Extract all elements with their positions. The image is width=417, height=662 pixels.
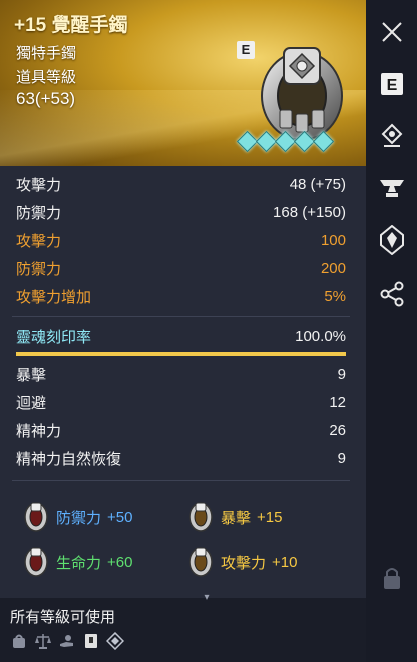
bonus-value: +15: [257, 508, 283, 526]
stat-label: 攻擊力: [16, 232, 62, 250]
trade-restriction-icons: [10, 632, 124, 650]
stat-value: 5%: [324, 287, 346, 305]
stat-value: 168 (+150): [273, 203, 346, 221]
bonus-label: 防禦力: [56, 509, 102, 527]
substat-row: 精神力 26: [16, 418, 346, 442]
book-icon: [85, 634, 97, 648]
socket-icon: [381, 123, 402, 147]
stat-label: 攻擊力: [16, 176, 62, 194]
item-header: +15 覺醒手鐲 獨特手鐲 道具等級 63(+53) E: [0, 0, 366, 166]
item-tooltip-panel: +15 覺醒手鐲 獨特手鐲 道具等級 63(+53) E 攻擊力 48 (+75…: [0, 0, 366, 662]
stat-row: 攻擊力增加 5%: [16, 284, 346, 308]
share-button[interactable]: [366, 272, 417, 316]
bag-icon: [13, 634, 25, 648]
substat-label: 精神力: [16, 422, 62, 440]
substat-row: 精神力自然恢復 9: [16, 446, 346, 470]
bonus-label: 攻擊力: [221, 554, 267, 572]
soul-engrave-label: 靈魂刻印率: [16, 328, 92, 346]
stat-row: 防禦力 168 (+150): [16, 200, 346, 224]
tooltip-footer: ▾ 所有等級可使用: [0, 592, 366, 662]
scale-icon: [35, 634, 51, 649]
hand-icon: [60, 635, 73, 647]
substat-value: 9: [337, 365, 346, 383]
substat-label: 暴擊: [16, 366, 47, 384]
lock-icon: [383, 568, 400, 589]
gem-sockets: [236, 130, 335, 153]
divider: [12, 316, 350, 317]
substat-label: 精神力自然恢復: [16, 450, 122, 468]
substat-value: 9: [337, 449, 346, 467]
anvil-icon: [379, 180, 404, 197]
bonus-item: 防禦力 +50: [22, 500, 132, 534]
awaken-icon: [379, 225, 404, 255]
awaken-button[interactable]: [366, 218, 417, 262]
divider: [12, 480, 350, 481]
item-level-value: 63(+53): [16, 89, 76, 108]
bracelet-icon: [261, 47, 343, 141]
bonus-item: 生命力 +60: [22, 545, 132, 579]
stat-value: 48 (+75): [289, 175, 346, 193]
stat-value: 200: [320, 259, 346, 277]
stat-label: 防禦力: [16, 204, 62, 222]
item-type: 獨特手鐲: [16, 45, 77, 62]
diamond-icon: [106, 632, 124, 650]
equip-e-icon: E: [380, 73, 403, 95]
item-name: +15 覺醒手鐲: [14, 15, 128, 36]
svg-text:E: E: [386, 77, 397, 94]
substat-label: 迴避: [16, 394, 47, 412]
stat-label: 防禦力: [16, 260, 62, 278]
caret-down-icon: ▾: [204, 592, 210, 603]
bonus-value: +60: [107, 553, 133, 571]
action-sidebar: E: [366, 0, 417, 662]
bonus-value: +10: [272, 553, 298, 571]
bonus-label: 生命力: [56, 554, 102, 572]
stat-row: 攻擊力 48 (+75): [16, 172, 346, 196]
enhance-button[interactable]: [366, 166, 417, 210]
share-icon: [380, 281, 403, 307]
bracelet-set-icon: [189, 502, 213, 532]
substat-row: 暴擊 9: [16, 362, 346, 386]
bonus-item: 攻擊力 +10: [187, 545, 297, 579]
usable-level-text: 所有等級可使用: [10, 609, 116, 626]
stat-row: 防禦力 200: [16, 256, 346, 280]
gem-icon: [312, 130, 335, 153]
close-button[interactable]: [366, 10, 417, 54]
bracelet-set-icon: [24, 502, 48, 532]
socket-button[interactable]: [366, 114, 417, 158]
item-level-label: 道具等級: [16, 69, 77, 86]
close-icon: [381, 22, 402, 42]
substat-value: 26: [329, 421, 346, 439]
bracelet-set-icon: [189, 547, 213, 577]
soul-engrave-row: 靈魂刻印率 100.0%: [16, 324, 346, 348]
stat-value: 100: [320, 231, 346, 249]
bonus-item: 暴擊 +15: [187, 500, 282, 534]
lock-button[interactable]: [366, 556, 417, 600]
bonus-label: 暴擊: [221, 509, 252, 527]
bracelet-set-icon: [24, 547, 48, 577]
stat-row: 攻擊力 100: [16, 228, 346, 252]
bonus-value: +50: [107, 508, 133, 526]
soul-engrave-value: 100.0%: [295, 327, 346, 345]
equip-button[interactable]: E: [366, 62, 417, 106]
soul-engrave-bar: [16, 352, 346, 356]
stat-label: 攻擊力增加: [16, 288, 92, 306]
substat-row: 迴避 12: [16, 390, 346, 414]
substat-value: 12: [329, 393, 346, 411]
